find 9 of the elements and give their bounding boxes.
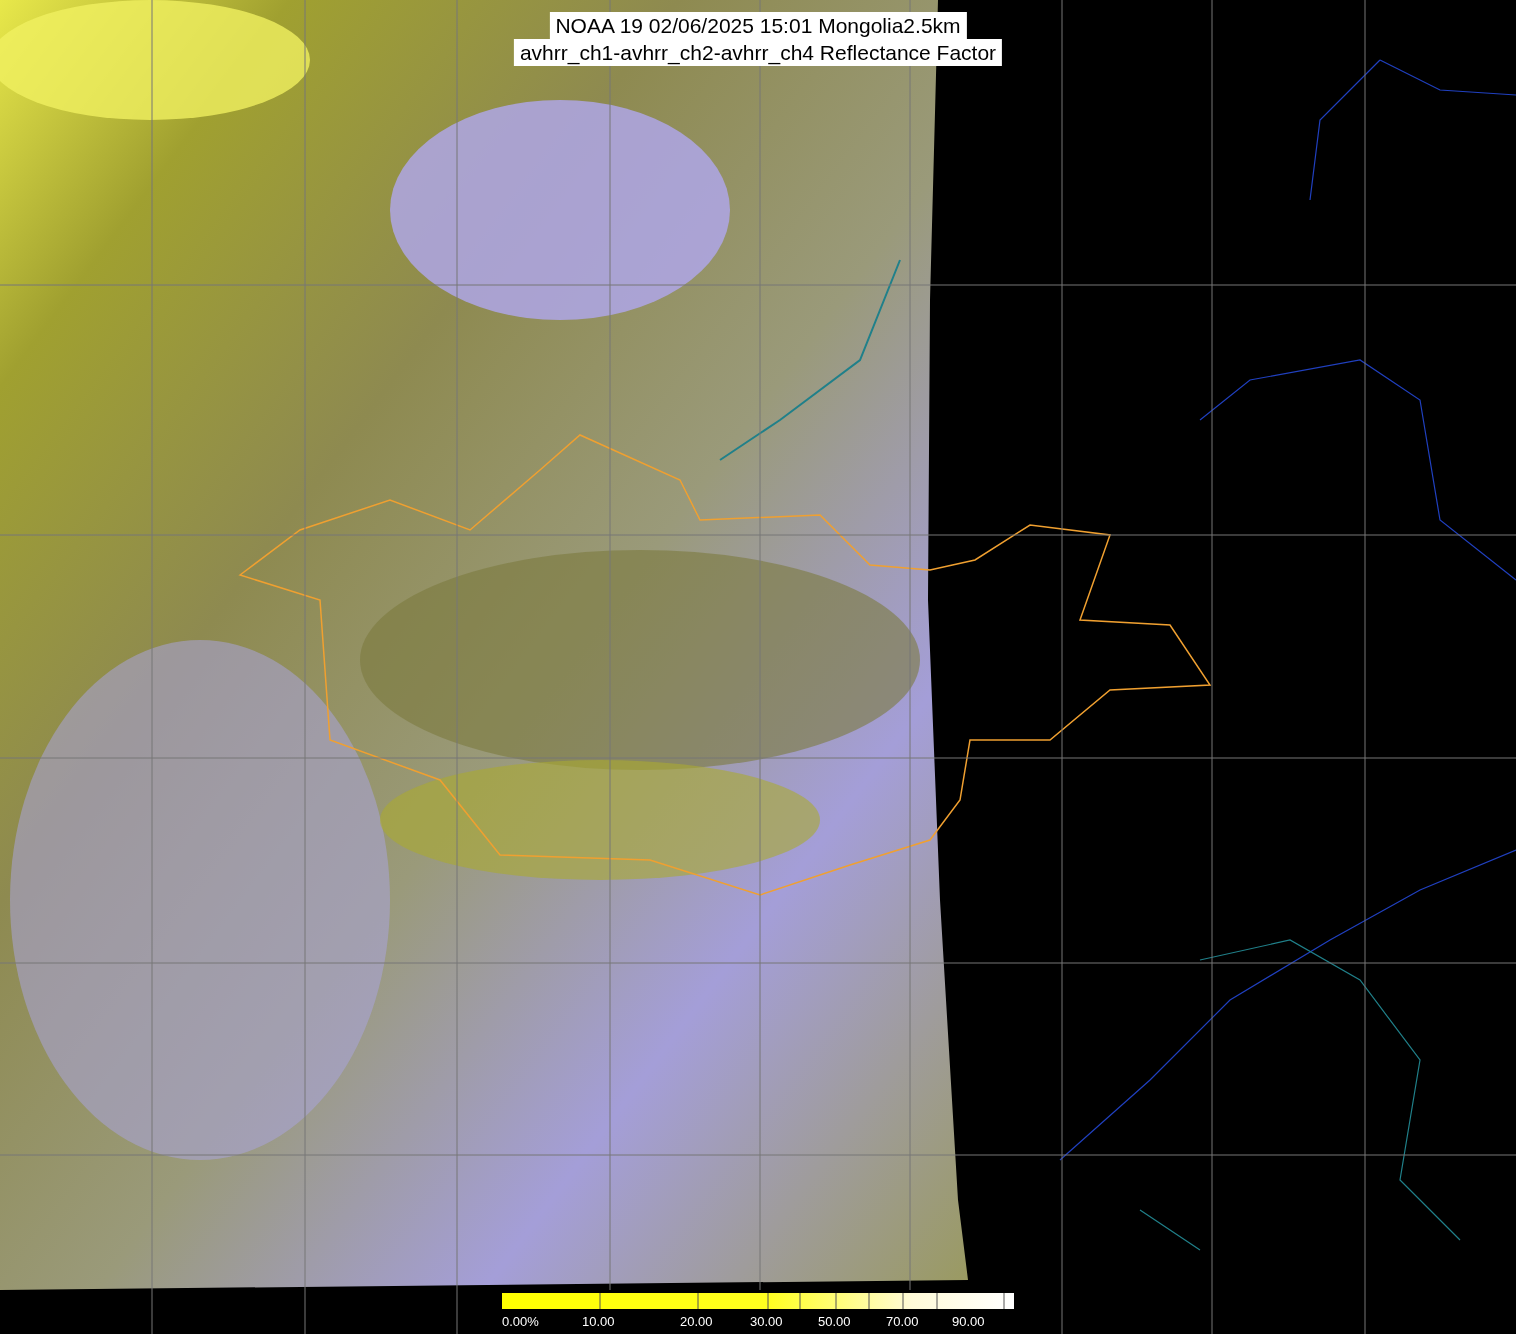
colorbar-tick-label: 10.00: [582, 1313, 615, 1331]
image-title: NOAA 19 02/06/2025 15:01 Mongolia2.5km: [549, 12, 967, 39]
colorbar-tick-label: 50.00: [818, 1313, 851, 1331]
colorbar-tick-label: 90.00: [952, 1313, 985, 1331]
image-title: avhrr_ch1-avhrr_ch2-avhrr_ch4 Reflectance Factor: [513, 39, 1003, 66]
colorbar-tick-label: 30.00: [750, 1313, 783, 1331]
colorbar-tick-label: 20.00: [680, 1313, 713, 1331]
colorbar-tick-label: 0.00%: [502, 1313, 539, 1331]
colorbar-tick-label: 70.00: [886, 1313, 919, 1331]
